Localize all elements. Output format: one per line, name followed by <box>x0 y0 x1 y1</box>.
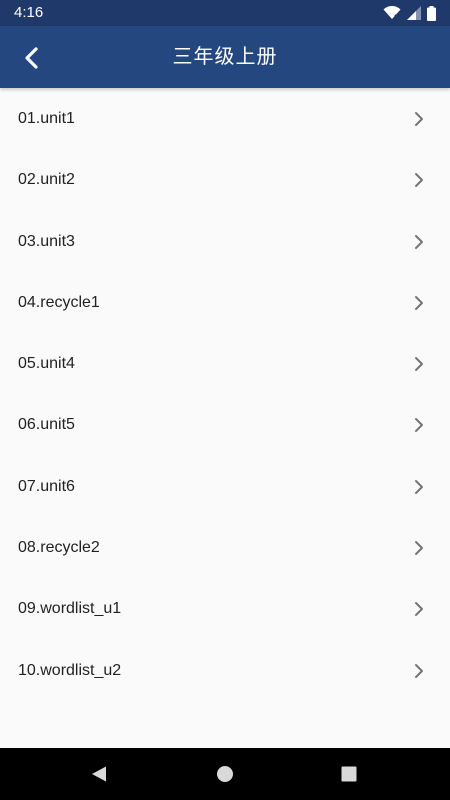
list-item-label: 02.unit2 <box>18 171 75 189</box>
chevron-right-icon <box>415 234 423 249</box>
system-nav-bar <box>0 748 450 800</box>
list-item[interactable]: 10.wordlist_u2 <box>0 640 450 701</box>
nav-recents-button[interactable] <box>333 758 365 790</box>
chevron-right-icon <box>415 541 423 556</box>
unit-list: 01.unit1 02.unit2 03.unit3 04.recycle1 0… <box>0 88 450 701</box>
chevron-right-icon <box>415 173 423 188</box>
app-bar: 三年级上册 <box>0 26 450 88</box>
list-item[interactable]: 07.unit6 <box>0 456 450 517</box>
list-item-label: 08.recycle2 <box>18 539 100 557</box>
nav-home-button[interactable] <box>209 758 241 790</box>
wifi-icon <box>383 6 401 20</box>
list-item-label: 09.wordlist_u1 <box>18 600 122 618</box>
list-item-label: 06.unit5 <box>18 416 75 434</box>
list-item[interactable]: 05.unit4 <box>0 333 450 394</box>
list-item-label: 10.wordlist_u2 <box>18 661 122 679</box>
list-item[interactable]: 06.unit5 <box>0 394 450 455</box>
list-item-label: 05.unit4 <box>18 355 75 373</box>
status-time: 4:16 <box>14 4 44 21</box>
status-bar: 4:16 <box>0 0 450 26</box>
chevron-right-icon <box>415 602 423 617</box>
chevron-right-icon <box>415 357 423 372</box>
status-icons <box>383 5 436 21</box>
home-circle-icon <box>217 766 233 782</box>
list-item[interactable]: 02.unit2 <box>0 149 450 210</box>
nav-back-button[interactable] <box>83 758 115 790</box>
chevron-right-icon <box>415 418 423 433</box>
list-item[interactable]: 04.recycle1 <box>0 272 450 333</box>
list-item-label: 07.unit6 <box>18 477 75 495</box>
chevron-right-icon <box>415 295 423 310</box>
list-item[interactable]: 03.unit3 <box>0 211 450 272</box>
page-title: 三年级上册 <box>172 46 278 68</box>
recents-square-icon <box>341 766 357 782</box>
list-item-label: 01.unit1 <box>18 110 75 127</box>
chevron-right-icon <box>415 112 423 126</box>
chevron-right-icon <box>415 663 423 678</box>
list-item-label: 03.unit3 <box>18 232 75 250</box>
back-triangle-icon <box>92 766 106 782</box>
list-item[interactable]: 01.unit1 <box>0 88 450 149</box>
cell-signal-icon <box>407 6 421 20</box>
list-item[interactable]: 08.recycle2 <box>0 517 450 578</box>
list-item-label: 04.recycle1 <box>18 293 100 311</box>
chevron-right-icon <box>415 479 423 494</box>
list-item[interactable]: 09.wordlist_u1 <box>0 578 450 639</box>
battery-icon <box>427 5 436 21</box>
